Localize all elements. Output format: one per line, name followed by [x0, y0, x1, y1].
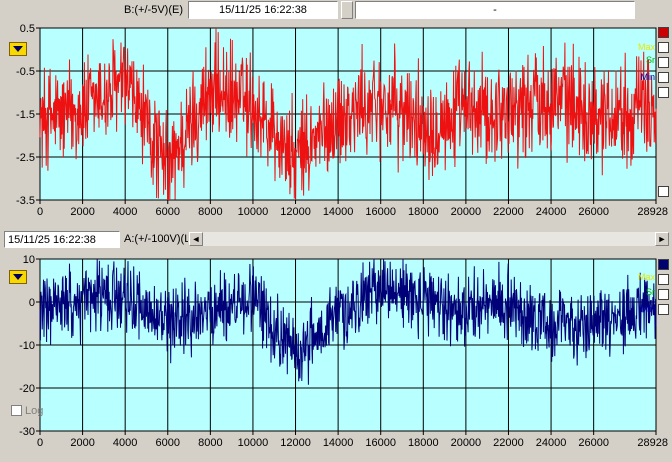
bottom-legend-min: Min	[640, 304, 655, 314]
y-tick-label: -3.5	[16, 195, 35, 207]
x-tick-label: 22000	[493, 206, 524, 218]
middle-toolbar: 15/11/25 16:22:38 A:(+/-100V)(L ◄ ►	[0, 230, 672, 248]
y-tick-label: -30	[19, 426, 35, 438]
horizontal-scrollbar-track[interactable]	[203, 232, 655, 246]
x-tick-label: 12000	[280, 437, 311, 449]
bottom-channel-checkbox[interactable]	[658, 259, 669, 270]
top-chart-svg: 0.5 -0.5 -1.5 -2.5 -3.5 0 2000 4000 6000 8000 100…	[16, 23, 668, 218]
y-tick-label: -20	[19, 383, 35, 395]
x-tick-label: 8000	[198, 437, 222, 449]
channel-a-label: A:(+/-100V)(L	[124, 233, 188, 245]
x-tick-label: 0	[37, 437, 43, 449]
x-tick-label: 6000	[156, 437, 180, 449]
bottom-legend-max: Max	[637, 272, 655, 282]
x-tick-label: 8000	[198, 206, 222, 218]
y-tick-label: -0.5	[16, 66, 35, 78]
top-legend-max: Max	[637, 42, 655, 52]
bottom-timestamp-field[interactable]: 15/11/25 16:22:38	[4, 231, 120, 248]
bottom-max-checkbox[interactable]	[658, 274, 669, 285]
x-tick-label: 6000	[156, 206, 180, 218]
bottom-dropdown-arrow-icon[interactable]	[9, 270, 27, 284]
log-checkbox[interactable]	[11, 405, 22, 416]
x-tick-label: 14000	[323, 206, 354, 218]
scroll-left-button[interactable]: ◄	[189, 232, 203, 246]
x-tick-label: 24000	[536, 206, 567, 218]
bottom-chart-panel: 10 0 -10 -20 -30 0 2000 4000 6000 8000 10000 12000…	[0, 250, 672, 462]
top-timestamp-field[interactable]: 15/11/25 16:22:38	[188, 1, 338, 19]
scroll-right-button[interactable]: ►	[655, 232, 669, 246]
top-bottom-checkbox[interactable]	[658, 186, 669, 197]
x-tick-label: 20000	[451, 437, 482, 449]
top-sr-checkbox[interactable]	[658, 57, 669, 68]
log-label: Log	[25, 405, 44, 417]
x-tick-label: 0	[37, 206, 43, 218]
y-tick-label: -1.5	[16, 109, 35, 121]
bottom-legend-sr: Sr	[646, 287, 655, 297]
x-tick-label: 12000	[280, 206, 311, 218]
top-legend-min: Min	[640, 72, 655, 82]
top-min-checkbox[interactable]	[658, 72, 669, 83]
top-extra-checkbox[interactable]	[658, 87, 669, 98]
y-tick-label: -2.5	[16, 152, 35, 164]
x-tick-label: 4000	[113, 437, 137, 449]
bottom-sr-checkbox[interactable]	[658, 289, 669, 300]
y-tick-label: 0.5	[20, 23, 35, 35]
top-spacer-button[interactable]	[341, 1, 353, 19]
x-tick-label: 10000	[238, 437, 269, 449]
x-tick-label: 18000	[408, 206, 439, 218]
top-max-checkbox[interactable]	[658, 42, 669, 53]
top-channel-checkbox[interactable]	[658, 27, 669, 38]
y-tick-label: 0	[29, 297, 35, 309]
y-tick-label: -10	[19, 340, 35, 352]
top-info-field[interactable]: -	[355, 1, 635, 19]
y-tick-label: 10	[23, 254, 35, 266]
x-tick-label: 14000	[323, 437, 354, 449]
x-tick-label: 16000	[365, 206, 396, 218]
x-tick-label: 28928	[637, 437, 668, 449]
x-tick-label: 24000	[536, 437, 567, 449]
x-tick-label: 20000	[451, 206, 482, 218]
top-dropdown-arrow-icon[interactable]	[9, 42, 27, 56]
x-tick-label: 26000	[578, 206, 609, 218]
top-toolbar: B:(+/-5V)(E) 15/11/25 16:22:38 -	[0, 0, 672, 20]
x-tick-label: 16000	[365, 437, 396, 449]
channel-b-label: B:(+/-5V)(E)	[124, 4, 183, 16]
x-tick-label: 22000	[493, 437, 524, 449]
x-tick-label: 10000	[238, 206, 269, 218]
log-toggle[interactable]: Log	[11, 404, 47, 418]
top-legend-sr: Sr	[646, 55, 655, 65]
x-tick-label: 2000	[70, 206, 94, 218]
bottom-min-checkbox[interactable]	[658, 304, 669, 315]
x-tick-label: 26000	[578, 437, 609, 449]
top-chart-panel: 0.5 -0.5 -1.5 -2.5 -3.5 0 2000 4000 6000 8000 100…	[0, 20, 672, 230]
bottom-chart-svg: 10 0 -10 -20 -30 0 2000 4000 6000 8000 10000 12000…	[19, 254, 668, 449]
x-tick-label: 18000	[408, 437, 439, 449]
x-tick-label: 4000	[113, 206, 137, 218]
x-tick-label: 28928	[637, 206, 668, 218]
x-tick-label: 2000	[70, 437, 94, 449]
